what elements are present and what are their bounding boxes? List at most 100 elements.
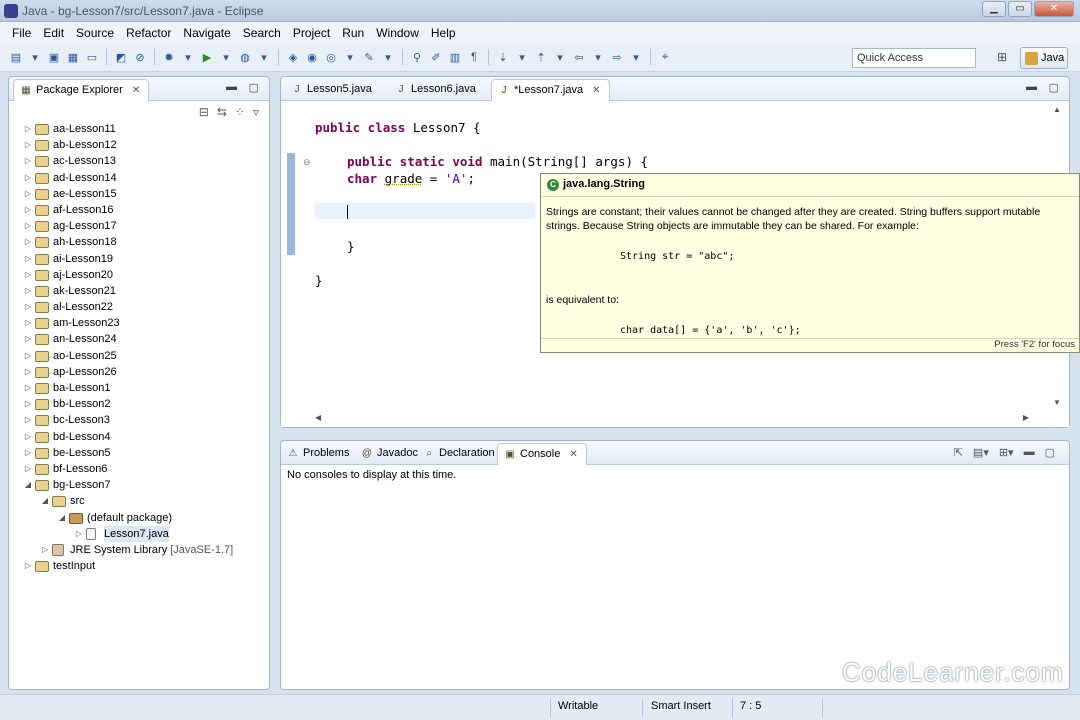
horizontal-scrollbar[interactable]: ◀ ▶ <box>315 413 1029 425</box>
maximize-icon[interactable]: ▢ <box>1049 81 1059 94</box>
menu-help[interactable]: Help <box>425 22 462 44</box>
close-icon[interactable]: ✕ <box>132 85 140 96</box>
new-dropdown-icon[interactable]: ▾ <box>27 49 43 65</box>
tab-lesson6[interactable]: J Lesson6.java <box>389 79 484 101</box>
tree-item[interactable]: ▷ ap-Lesson26 <box>9 364 269 380</box>
open-perspective-icon[interactable]: ⊞ <box>994 50 1010 66</box>
expand-arrow-icon[interactable]: ▷ <box>23 202 33 218</box>
pin-editor-icon[interactable]: ⌖ <box>657 49 673 65</box>
debug-icon[interactable]: ✹ <box>161 49 177 65</box>
tree-item[interactable]: ▷ ao-Lesson25 <box>9 348 269 364</box>
open-type-dropdown-icon[interactable]: ▾ <box>380 49 396 65</box>
menu-edit[interactable]: Edit <box>37 22 70 44</box>
forward-icon[interactable]: ⇨ <box>609 49 625 65</box>
block-selection-icon[interactable]: ▥ <box>447 49 463 65</box>
tree-item[interactable]: ▷ ai-Lesson19 <box>9 251 269 267</box>
new-class-icon[interactable]: ◎ <box>323 49 339 65</box>
tree-item[interactable]: ▷ ba-Lesson1 <box>9 380 269 396</box>
java-perspective-button[interactable]: Java <box>1020 47 1068 69</box>
scroll-up-icon[interactable]: ▲ <box>1053 105 1061 114</box>
toggle-mark-occurrences-icon[interactable]: ✐ <box>428 49 444 65</box>
expand-arrow-icon[interactable]: ▷ <box>23 429 33 445</box>
scroll-right-icon[interactable]: ▶ <box>1023 413 1029 422</box>
next-annotation-icon[interactable]: ⇣ <box>495 49 511 65</box>
open-console-icon[interactable]: ⇱ <box>954 446 963 459</box>
tree-item[interactable]: ▷ aa-Lesson11 <box>9 121 269 137</box>
expand-arrow-icon[interactable]: ▷ <box>23 170 33 186</box>
menu-run[interactable]: Run <box>336 22 370 44</box>
next-annotation-dropdown-icon[interactable]: ▾ <box>514 49 530 65</box>
tree-item[interactable]: ▷ ah-Lesson18 <box>9 234 269 250</box>
new-console-icon[interactable]: ⊞▾ <box>999 446 1014 459</box>
expand-arrow-icon[interactable]: ▷ <box>23 234 33 250</box>
new-icon[interactable]: ▤ <box>8 49 24 65</box>
collapse-all-icon[interactable]: ⊟ <box>199 105 209 119</box>
save-icon[interactable]: ▣ <box>46 49 62 65</box>
tree-item[interactable]: ▷ al-Lesson22 <box>9 299 269 315</box>
collapse-arrow-icon[interactable]: ◢ <box>57 510 67 526</box>
scroll-left-icon[interactable]: ◀ <box>315 413 321 422</box>
tree-item[interactable]: ▷ bb-Lesson2 <box>9 396 269 412</box>
minimize-icon[interactable]: ▬ <box>1024 446 1035 459</box>
run-dropdown-icon[interactable]: ▾ <box>218 49 234 65</box>
tree-item[interactable]: ▷ bf-Lesson6 <box>9 461 269 477</box>
menu-refactor[interactable]: Refactor <box>120 22 177 44</box>
expand-arrow-icon[interactable]: ▷ <box>23 186 33 202</box>
maximize-icon[interactable]: ▢ <box>249 81 259 94</box>
back-icon[interactable]: ⇦ <box>571 49 587 65</box>
tree-item[interactable]: ▷ ak-Lesson21 <box>9 283 269 299</box>
save-all-icon[interactable]: ▦ <box>65 49 81 65</box>
menu-source[interactable]: Source <box>70 22 120 44</box>
tree-item[interactable]: ▷ ab-Lesson12 <box>9 137 269 153</box>
tree-item[interactable]: ◢ (default package) <box>9 510 269 526</box>
close-icon[interactable]: ✕ <box>592 85 600 96</box>
new-class-dropdown-icon[interactable]: ▾ <box>342 49 358 65</box>
close-icon[interactable]: ✕ <box>569 449 577 460</box>
javadoc-hover-tooltip[interactable]: C java.lang.String Strings are constant;… <box>540 173 1080 353</box>
expand-arrow-icon[interactable]: ▷ <box>23 153 33 169</box>
tab-console[interactable]: ▣ Console ✕ <box>497 443 587 465</box>
tree-item[interactable]: ▷ testInput <box>9 558 269 574</box>
tree-item[interactable]: ▷ ag-Lesson17 <box>9 218 269 234</box>
tree-item[interactable]: ◢ bg-Lesson7 <box>9 477 269 493</box>
tree-item[interactable]: ▷ ad-Lesson14 <box>9 170 269 186</box>
expand-arrow-icon[interactable]: ▷ <box>23 558 33 574</box>
tree-item[interactable]: ▷ af-Lesson16 <box>9 202 269 218</box>
expand-arrow-icon[interactable]: ▷ <box>23 364 33 380</box>
expand-arrow-icon[interactable]: ▷ <box>23 283 33 299</box>
tree-item[interactable]: ▷ an-Lesson24 <box>9 331 269 347</box>
debug-dropdown-icon[interactable]: ▾ <box>180 49 196 65</box>
tree-item[interactable]: ▷ bd-Lesson4 <box>9 429 269 445</box>
tab-javadoc[interactable]: @ Javadoc <box>355 443 426 465</box>
expand-arrow-icon[interactable]: ▷ <box>40 542 50 558</box>
link-with-editor-icon[interactable]: ⇆ <box>217 105 227 119</box>
tree-item[interactable]: ▷ ae-Lesson15 <box>9 186 269 202</box>
menu-search[interactable]: Search <box>237 22 287 44</box>
show-whitespace-icon[interactable]: ¶ <box>466 49 482 65</box>
forward-dropdown-icon[interactable]: ▾ <box>628 49 644 65</box>
toggle-breadcrumb-icon[interactable]: ◩ <box>113 49 129 65</box>
tree-item[interactable]: ▷ JRE System Library [JavaSE-1.7] <box>9 542 269 558</box>
close-window-button[interactable]: ✕ <box>1034 1 1074 17</box>
tab-lesson5[interactable]: J Lesson5.java <box>285 79 380 101</box>
menu-navigate[interactable]: Navigate <box>177 22 236 44</box>
expand-arrow-icon[interactable]: ▷ <box>23 218 33 234</box>
previous-annotation-icon[interactable]: ⇡ <box>533 49 549 65</box>
editor-gutter[interactable]: ⊖ <box>281 101 311 413</box>
expand-arrow-icon[interactable]: ▷ <box>23 251 33 267</box>
tree-item[interactable]: ▷ Lesson7.java <box>9 525 269 542</box>
tree-item[interactable]: ▷ be-Lesson5 <box>9 445 269 461</box>
expand-arrow-icon[interactable]: ▷ <box>23 380 33 396</box>
focus-icon[interactable]: ⁘ <box>235 105 245 119</box>
expand-arrow-icon[interactable]: ▷ <box>23 331 33 347</box>
tree-item[interactable]: ◢ src <box>9 493 269 509</box>
minimize-button[interactable]: ▁ <box>982 1 1006 17</box>
tree-item[interactable]: ▷ aj-Lesson20 <box>9 267 269 283</box>
expand-arrow-icon[interactable]: ▷ <box>23 315 33 331</box>
expand-arrow-icon[interactable]: ▷ <box>23 412 33 428</box>
scroll-down-icon[interactable]: ▼ <box>1053 398 1061 407</box>
menu-file[interactable]: File <box>6 22 37 44</box>
menu-project[interactable]: Project <box>287 22 336 44</box>
tree-item[interactable]: ▷ am-Lesson23 <box>9 315 269 331</box>
maximize-icon[interactable]: ▢ <box>1045 446 1055 459</box>
